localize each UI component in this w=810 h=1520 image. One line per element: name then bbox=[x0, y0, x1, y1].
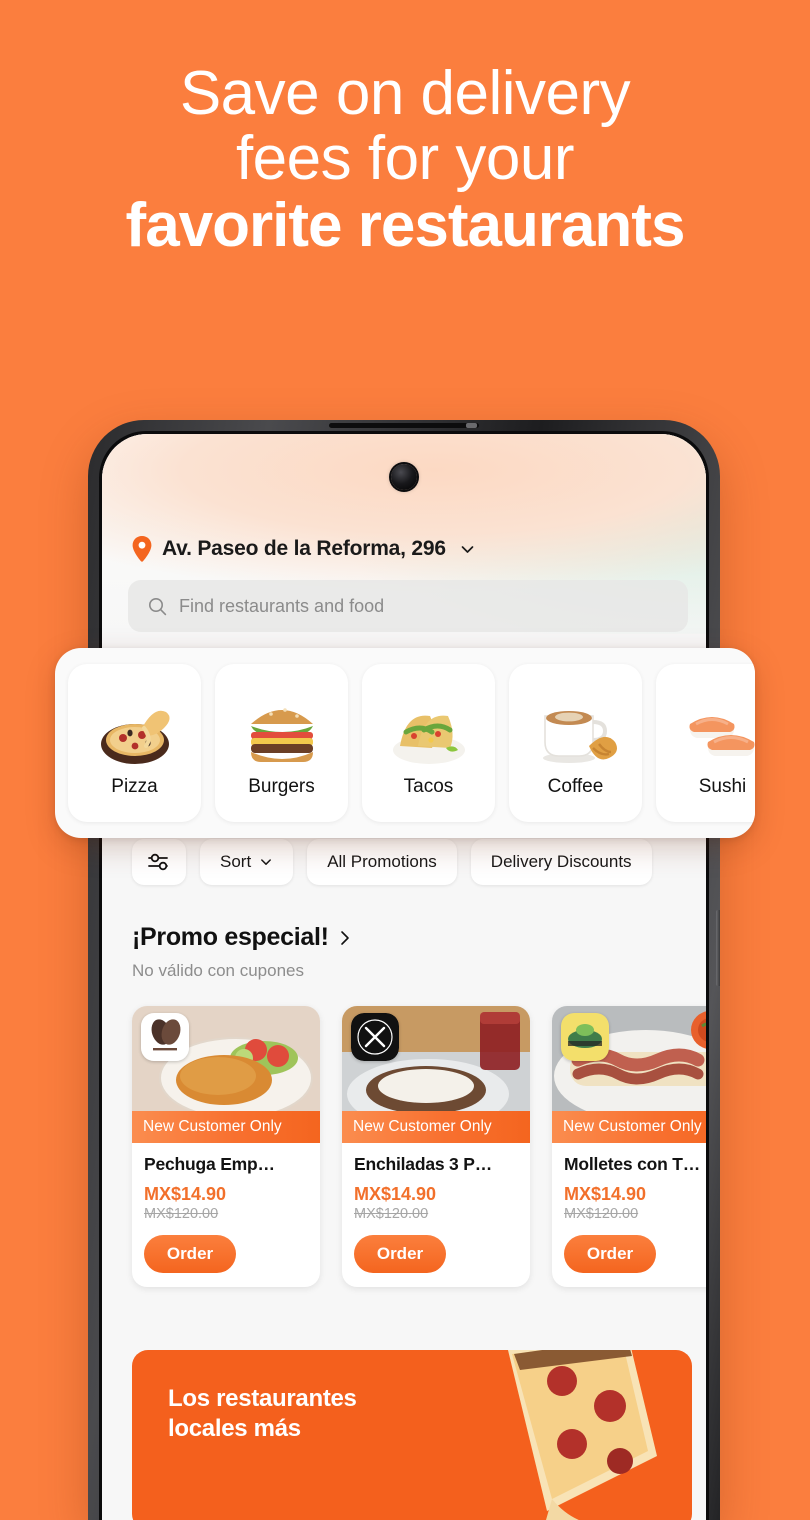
product-name: Pechuga Emp… bbox=[144, 1154, 275, 1174]
headline-line-2: fees for your bbox=[235, 124, 575, 194]
product-details: Enchiladas 3 P… MX$14.90 MX$120.00 Order bbox=[342, 1143, 530, 1287]
burger-icon bbox=[237, 688, 327, 770]
product-image bbox=[342, 1006, 530, 1111]
sort-chip-label: Sort bbox=[220, 852, 252, 871]
search-input[interactable]: Find restaurants and food bbox=[128, 580, 688, 632]
app-header: Av. Paseo de la Reforma, 296 Find restau… bbox=[102, 434, 706, 634]
banner-line-1: Los restaurantes bbox=[168, 1385, 357, 1412]
filter-sliders-icon bbox=[147, 851, 171, 873]
page-headline: Save on delivery fees for your favorite … bbox=[0, 62, 810, 258]
phone-sensor bbox=[466, 423, 477, 428]
order-button[interactable]: Order bbox=[564, 1235, 656, 1273]
product-price: MX$14.90 bbox=[564, 1184, 647, 1204]
headline-line-1: Save on delivery bbox=[179, 59, 631, 128]
promo-subtitle: No válido con cupones bbox=[132, 961, 305, 980]
category-card-burgers[interactable]: Burgers bbox=[215, 664, 348, 822]
tacos-icon bbox=[384, 688, 474, 770]
product-details: Pechuga Emp… MX$14.90 MX$120.00 Order bbox=[132, 1143, 320, 1287]
filter-button[interactable] bbox=[132, 839, 186, 885]
promo-title-row[interactable]: ¡Promo especial! bbox=[132, 923, 352, 952]
product-price: MX$14.90 bbox=[354, 1184, 437, 1204]
product-price: MX$14.90 bbox=[144, 1184, 227, 1204]
category-label: Pizza bbox=[111, 776, 158, 797]
banner-text: Los restaurantes locales más bbox=[168, 1384, 357, 1445]
all-promotions-label: All Promotions bbox=[327, 852, 437, 871]
phone-side-button[interactable] bbox=[716, 910, 720, 986]
product-name: Enchiladas 3 P… bbox=[354, 1154, 493, 1174]
promo-banner[interactable]: Los restaurantes locales más bbox=[132, 1350, 692, 1520]
category-carousel[interactable]: Pizza Burgers Tacos Coffee Sushi bbox=[55, 648, 755, 838]
search-icon bbox=[148, 597, 167, 616]
product-original-price: MX$120.00 bbox=[144, 1206, 219, 1222]
phone-mockup: Av. Paseo de la Reforma, 296 Find restau… bbox=[88, 420, 720, 1520]
chevron-right-icon bbox=[338, 929, 352, 947]
status-badge: New Customer Only bbox=[552, 1111, 706, 1143]
status-badge: New Customer Only bbox=[342, 1111, 530, 1143]
category-label: Sushi bbox=[698, 776, 747, 797]
pizza-icon bbox=[90, 688, 180, 770]
address-text: Av. Paseo de la Reforma, 296 bbox=[162, 537, 446, 560]
chevron-down-icon[interactable] bbox=[456, 541, 476, 558]
brand-logo bbox=[561, 1013, 609, 1061]
brand-logo bbox=[351, 1013, 399, 1061]
promo-card-list: New Customer Only Pechuga Emp… MX$14.90 … bbox=[132, 1006, 706, 1287]
sort-chip[interactable]: Sort bbox=[200, 839, 294, 885]
category-card-sushi[interactable]: Sushi bbox=[656, 664, 755, 822]
pizza-banner-image bbox=[507, 1350, 657, 1520]
category-card-pizza[interactable]: Pizza bbox=[68, 664, 201, 822]
product-card[interactable]: New Customer Only Pechuga Emp… MX$14.90 … bbox=[132, 1006, 320, 1287]
search-placeholder: Find restaurants and food bbox=[179, 595, 385, 616]
product-image bbox=[552, 1006, 706, 1111]
location-pin-icon bbox=[132, 536, 152, 562]
category-card-coffee[interactable]: Coffee bbox=[509, 664, 642, 822]
category-label: Burgers bbox=[248, 776, 315, 797]
status-badge: New Customer Only bbox=[132, 1111, 320, 1143]
product-name: Molletes con T… bbox=[564, 1154, 701, 1174]
product-card[interactable]: New Customer Only Enchiladas 3 P… MX$14.… bbox=[342, 1006, 530, 1287]
product-card[interactable]: New Customer Only Molletes con T… MX$14.… bbox=[552, 1006, 706, 1287]
order-button[interactable]: Order bbox=[144, 1235, 236, 1273]
category-label: Tacos bbox=[403, 776, 454, 797]
product-original-price: MX$120.00 bbox=[354, 1206, 429, 1222]
brand-logo bbox=[141, 1013, 189, 1061]
phone-bezel: Av. Paseo de la Reforma, 296 Find restau… bbox=[99, 431, 709, 1520]
all-promotions-chip[interactable]: All Promotions bbox=[307, 839, 457, 885]
promo-title: ¡Promo especial! bbox=[132, 923, 329, 951]
phone-screen: Av. Paseo de la Reforma, 296 Find restau… bbox=[102, 434, 706, 1520]
coffee-croissant-icon bbox=[531, 688, 621, 770]
delivery-discounts-label: Delivery Discounts bbox=[490, 852, 632, 871]
front-camera-icon bbox=[391, 464, 417, 490]
phone-speaker bbox=[329, 423, 479, 428]
promo-section-header: ¡Promo especial! No válido con cupones bbox=[132, 923, 352, 981]
headline-line-3: favorite restaurants bbox=[125, 191, 686, 261]
order-button[interactable]: Order bbox=[354, 1235, 446, 1273]
category-label: Coffee bbox=[547, 776, 604, 797]
category-card-tacos[interactable]: Tacos bbox=[362, 664, 495, 822]
filter-chip-row: Sort All Promotions Delivery Discounts bbox=[102, 839, 706, 885]
product-details: Molletes con T… MX$14.90 MX$120.00 Order bbox=[552, 1143, 706, 1287]
product-image bbox=[132, 1006, 320, 1111]
chevron-down-icon bbox=[259, 855, 273, 869]
address-selector[interactable]: Av. Paseo de la Reforma, 296 bbox=[132, 536, 476, 562]
banner-line-2: locales más bbox=[168, 1415, 301, 1443]
sushi-icon bbox=[678, 688, 756, 770]
product-original-price: MX$120.00 bbox=[564, 1206, 639, 1222]
delivery-discounts-chip[interactable]: Delivery Discounts bbox=[470, 839, 652, 885]
